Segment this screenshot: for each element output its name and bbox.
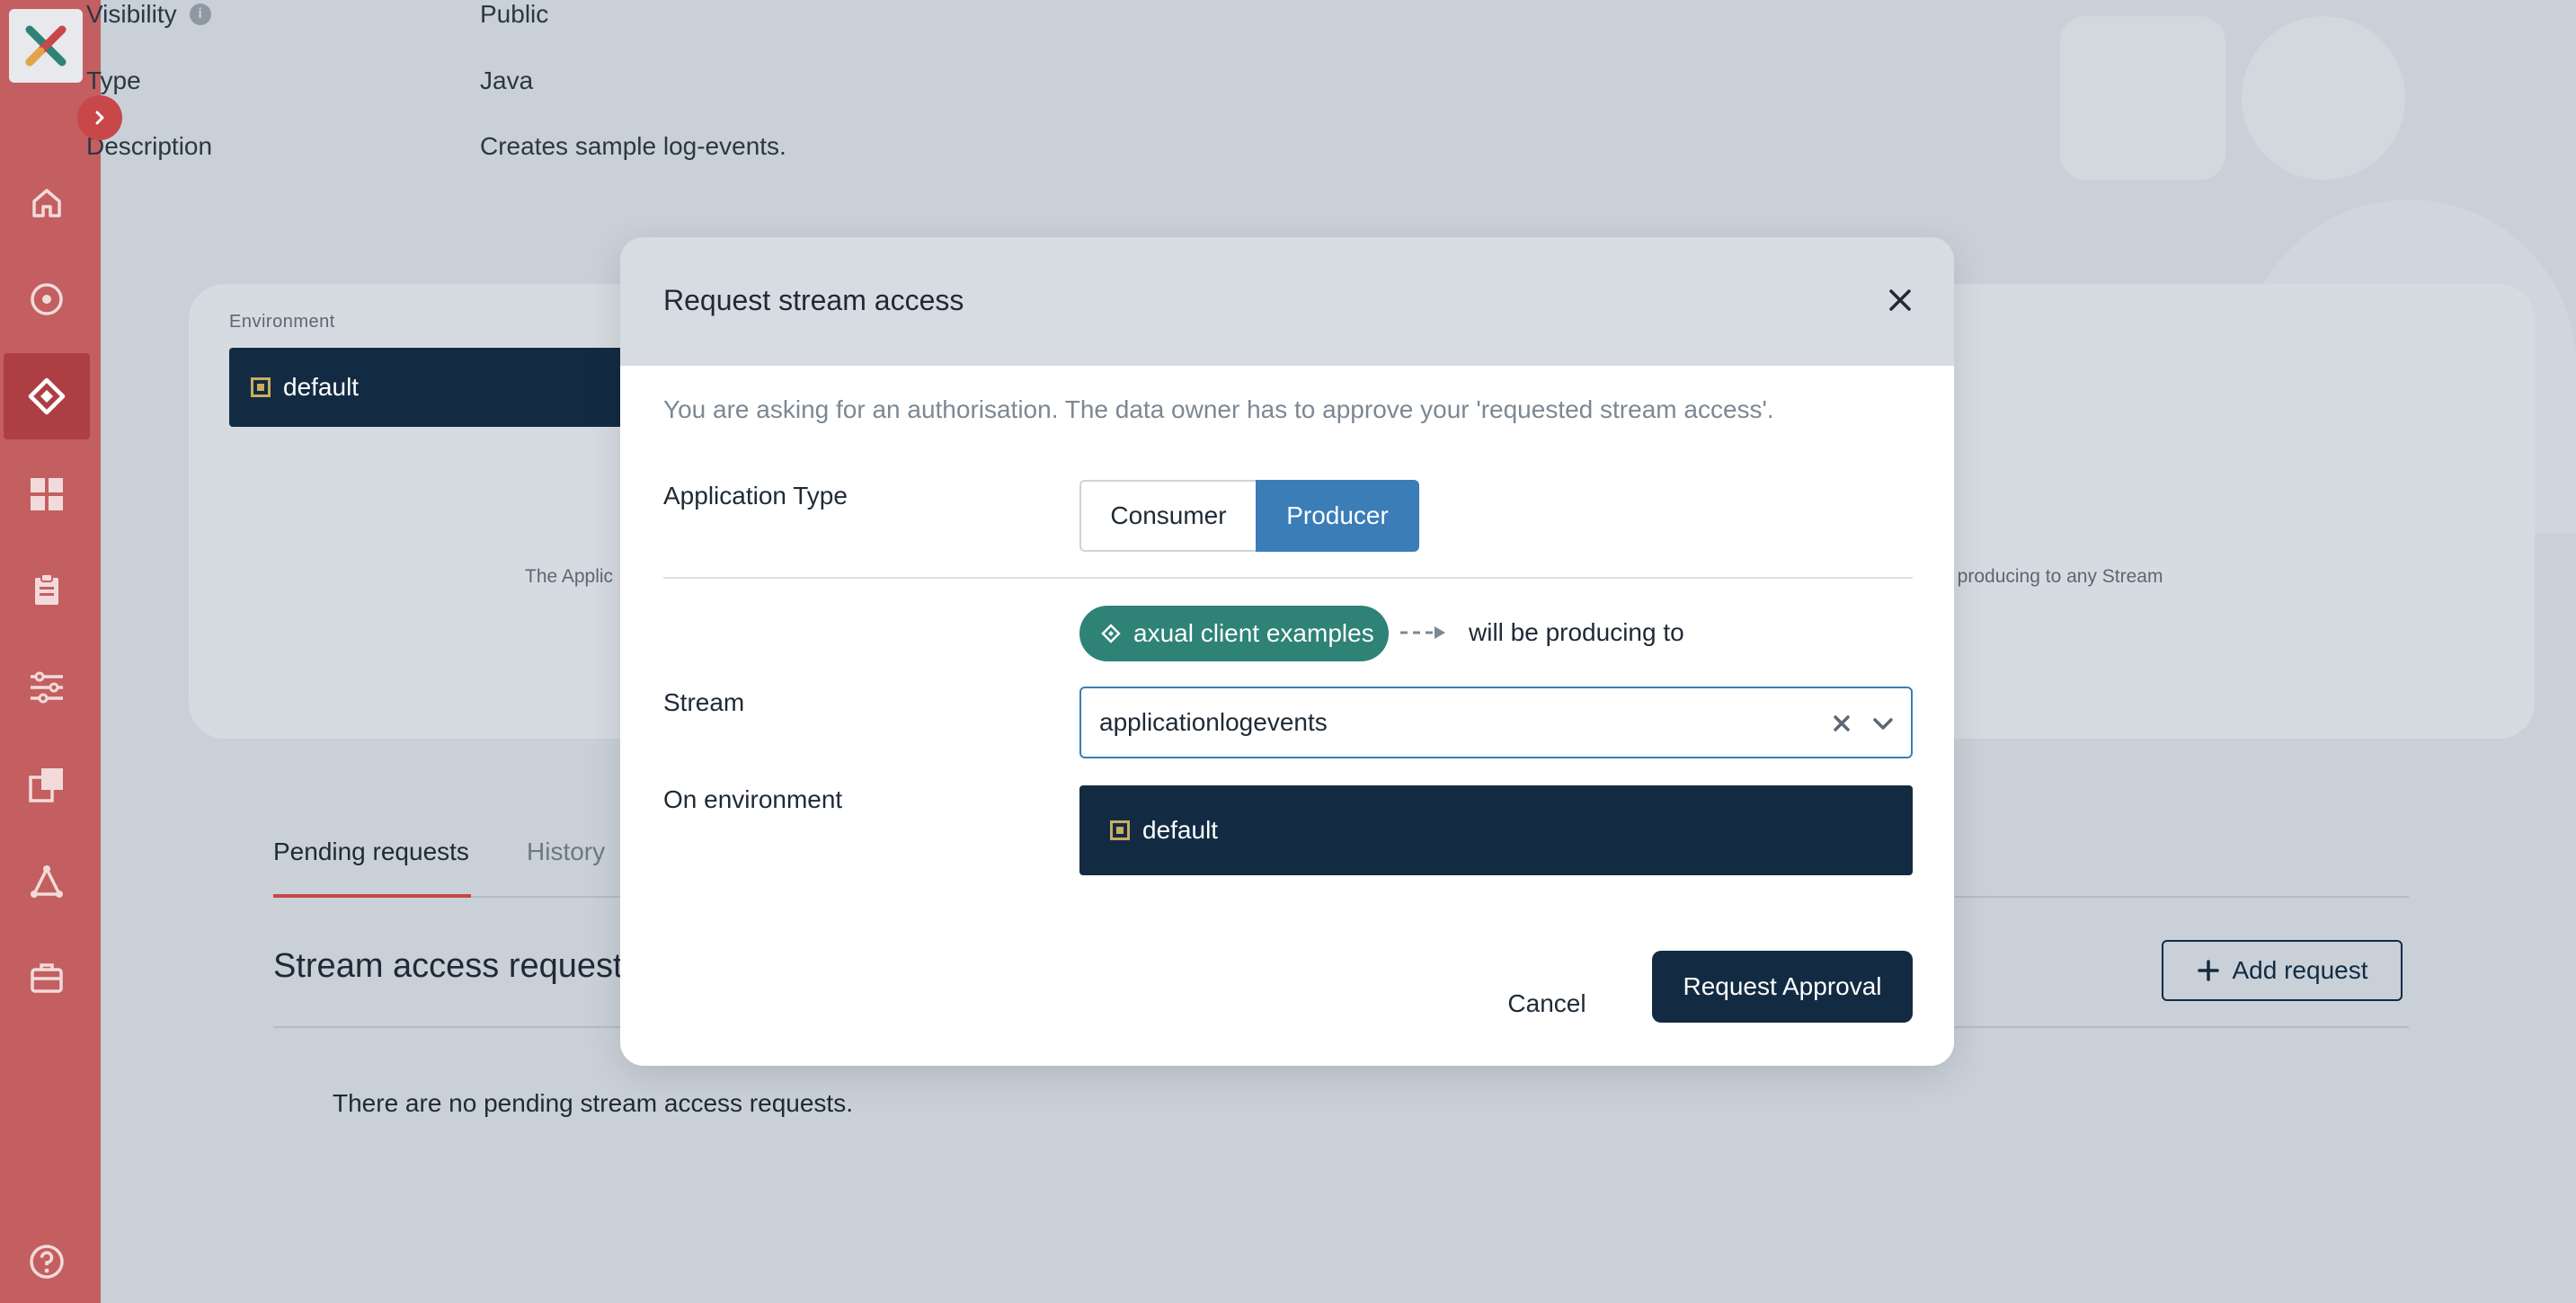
- decoration-circle: [2242, 16, 2405, 180]
- environment-option-label: default: [1142, 816, 1219, 844]
- environment-chip[interactable]: default: [229, 348, 679, 427]
- visibility-label: Visibility: [86, 0, 177, 28]
- stream-select-value: applicationlogevents: [1099, 708, 1328, 736]
- environment-icon: [1110, 820, 1130, 840]
- sidebar-item-clipboard[interactable]: [4, 547, 90, 634]
- tab-history[interactable]: History: [527, 838, 605, 866]
- sidebar-item-target[interactable]: [4, 256, 90, 342]
- diamond-icon: [28, 377, 66, 415]
- environment-icon: [251, 377, 271, 397]
- logo-mark-icon: [25, 25, 67, 66]
- application-chip: axual client examples: [1079, 606, 1389, 661]
- type-label: Type: [86, 66, 141, 94]
- info-icon[interactable]: i: [189, 4, 211, 25]
- target-icon: [31, 283, 63, 315]
- home-icon: [32, 189, 61, 217]
- clipboard-icon: [35, 573, 58, 605]
- cancel-button[interactable]: Cancel: [1490, 979, 1603, 1028]
- application-type-toggle: Consumer Producer: [1079, 480, 1419, 552]
- environment-option[interactable]: default: [1079, 785, 1913, 875]
- clear-icon[interactable]: [1828, 710, 1855, 737]
- request-stream-access-dialog: Request stream access You are asking for…: [620, 237, 1954, 1066]
- section-title: Stream access requests: [273, 947, 640, 985]
- add-request-label: Add request: [2232, 956, 2368, 984]
- axual-logo[interactable]: [9, 9, 83, 83]
- sidebar-item-dashboard[interactable]: [4, 451, 90, 537]
- sidebar-item-settings[interactable]: [4, 644, 90, 731]
- producer-option[interactable]: Producer: [1256, 480, 1419, 552]
- request-approval-button[interactable]: Request Approval: [1652, 951, 1913, 1023]
- application-chip-label: axual client examples: [1133, 619, 1374, 647]
- sidebar: [0, 0, 101, 1303]
- consumer-option[interactable]: Consumer: [1079, 480, 1256, 552]
- environment-field-label: On environment: [663, 785, 843, 813]
- description-value: Creates sample log-events.: [480, 132, 786, 160]
- active-tab-indicator: [273, 894, 471, 898]
- sidebar-item-briefcase[interactable]: [4, 935, 90, 1021]
- visibility-label-row: Visibility i: [86, 0, 211, 29]
- environment-chip-label: default: [283, 373, 360, 401]
- network-icon: [31, 865, 63, 898]
- relation-text: will be producing to: [1469, 618, 1684, 646]
- decoration-rounded-square: [2060, 16, 2225, 180]
- plus-icon: [2197, 960, 2219, 981]
- environment-label: Environment: [229, 312, 335, 332]
- close-icon[interactable]: [1880, 280, 1920, 320]
- sidebar-item-home[interactable]: [4, 160, 90, 246]
- environment-card-text-left: The Applic: [525, 566, 614, 587]
- stream-select[interactable]: applicationlogevents: [1079, 687, 1913, 758]
- dialog-title: Request stream access: [663, 284, 964, 316]
- dashed-arrow-icon: [1400, 626, 1445, 639]
- help-icon[interactable]: [29, 1244, 65, 1280]
- environment-card-text-right: t producing to any Stream: [1947, 566, 2163, 587]
- chevron-down-icon[interactable]: [1870, 710, 1896, 737]
- application-type-label: Application Type: [663, 482, 848, 510]
- type-value: Java: [480, 66, 534, 94]
- dialog-divider: [663, 577, 1913, 579]
- visibility-value: Public: [480, 0, 549, 28]
- sidebar-item-network[interactable]: [4, 838, 90, 925]
- tab-pending-requests[interactable]: Pending requests: [273, 838, 469, 866]
- diamond-icon: [1101, 624, 1121, 643]
- chevron-right-icon: [95, 111, 104, 125]
- add-request-button[interactable]: Add request: [2162, 940, 2403, 1001]
- sidebar-item-applications[interactable]: [4, 353, 90, 439]
- sidebar-item-copy[interactable]: [4, 741, 90, 828]
- empty-state-message: There are no pending stream access reque…: [333, 1089, 853, 1117]
- briefcase-icon: [31, 963, 63, 993]
- copy-icon: [29, 768, 63, 802]
- dialog-description: You are asking for an authorisation. The…: [663, 395, 1774, 423]
- stream-label: Stream: [663, 688, 745, 716]
- sliders-icon: [31, 671, 63, 704]
- sidebar-expand-button[interactable]: [77, 95, 122, 140]
- dashboard-icon: [31, 478, 63, 510]
